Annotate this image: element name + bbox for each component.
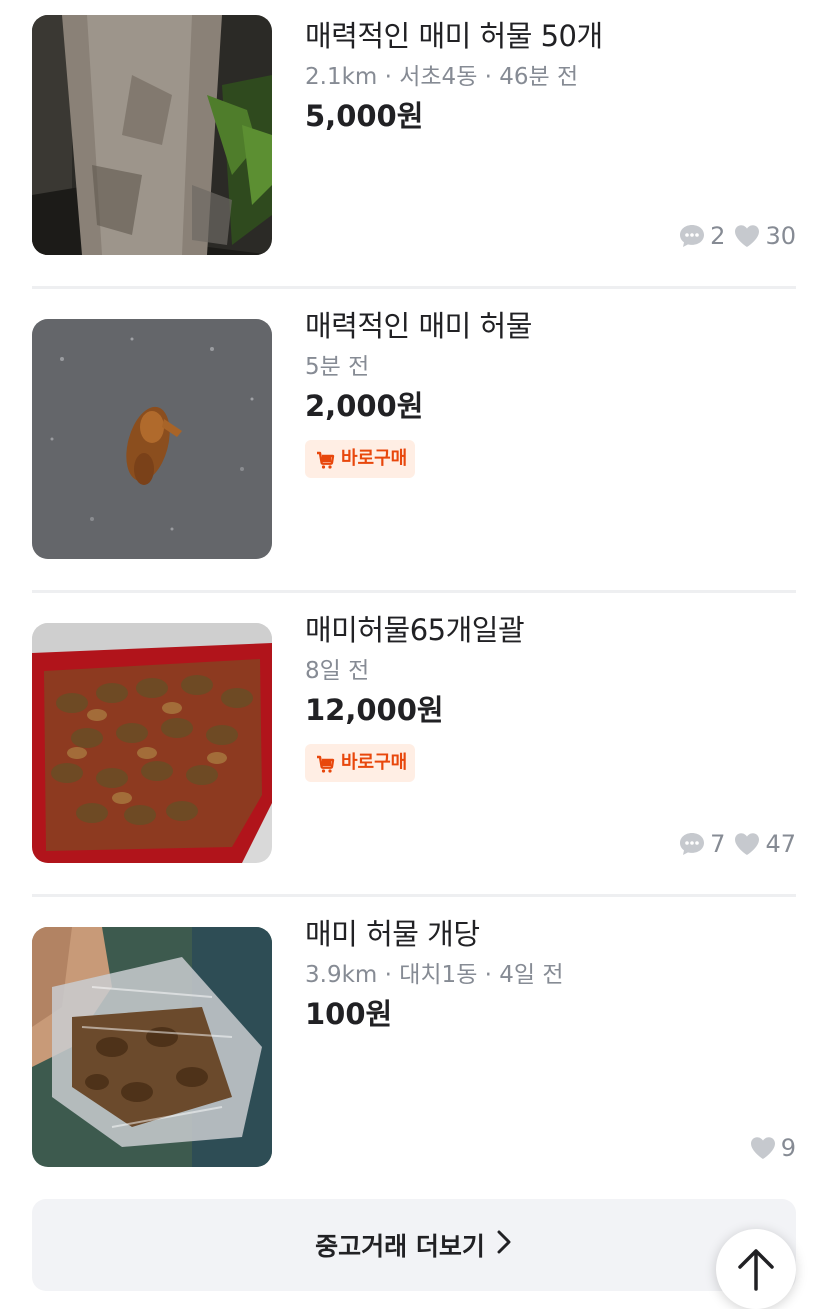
listing-thumbnail-tree-trunk[interactable] bbox=[32, 15, 272, 255]
listing-item[interactable]: 매미 허물 개당 3.9km · 대치1동 · 4일 전 100원 9 bbox=[32, 894, 796, 1200]
direct-buy-label: 바로구매 bbox=[341, 752, 408, 773]
listing-counts: 9 bbox=[749, 1133, 796, 1163]
heart-icon bbox=[733, 831, 761, 857]
listing-item[interactable]: 매력적인 매미 허물 50개 2.1km · 서초4동 · 46분 전 5,00… bbox=[32, 0, 796, 288]
like-count-value: 30 bbox=[765, 222, 796, 250]
like-count-value: 9 bbox=[780, 1134, 796, 1162]
more-listings-label: 중고거래 더보기 bbox=[315, 1232, 485, 1261]
heart-icon bbox=[749, 1135, 777, 1161]
listing-item[interactable]: 매미허물65개일괄 8일 전 12,000원 바로구매 7 47 bbox=[32, 590, 796, 896]
like-count: 47 bbox=[733, 829, 796, 859]
arrow-up-icon bbox=[736, 1229, 776, 1295]
listing-thumbnail-asphalt[interactable] bbox=[32, 319, 272, 559]
chat-bubble-icon bbox=[678, 831, 706, 857]
listing-title[interactable]: 매미 허물 개당 bbox=[305, 914, 796, 954]
more-listings-button[interactable]: 중고거래 더보기 bbox=[32, 1199, 796, 1291]
direct-buy-badge: 바로구매 bbox=[305, 440, 416, 478]
listing-price: 100원 bbox=[305, 997, 393, 1031]
listing-counts: 2 30 bbox=[678, 221, 796, 251]
listing-price: 2,000원 bbox=[305, 389, 424, 423]
listing-meta: 5분 전 bbox=[305, 354, 370, 380]
chat-count: 7 bbox=[678, 829, 725, 859]
listing-counts: 7 47 bbox=[678, 829, 796, 859]
listing-price: 12,000원 bbox=[305, 693, 444, 727]
direct-buy-badge: 바로구매 bbox=[305, 744, 416, 782]
cart-icon bbox=[314, 448, 336, 470]
listing-info: 매력적인 매미 허물 50개 2.1km · 서초4동 · 46분 전 5,00… bbox=[305, 16, 796, 136]
scroll-to-top-button[interactable] bbox=[716, 1229, 796, 1309]
like-count: 9 bbox=[749, 1133, 796, 1163]
listing-title[interactable]: 매력적인 매미 허물 bbox=[305, 306, 796, 346]
listing-meta: 3.9km · 대치1동 · 4일 전 bbox=[305, 962, 564, 988]
listing-item[interactable]: 매력적인 매미 허물 5분 전 2,000원 바로구매 bbox=[32, 286, 796, 592]
listing-list: 매력적인 매미 허물 50개 2.1km · 서초4동 · 46분 전 5,00… bbox=[32, 0, 796, 1200]
chevron-right-icon bbox=[495, 1229, 513, 1261]
heart-icon bbox=[733, 223, 761, 249]
chat-count: 2 bbox=[678, 221, 725, 251]
listing-thumbnail-red-box[interactable] bbox=[32, 623, 272, 863]
chat-count-value: 2 bbox=[710, 222, 726, 250]
listing-meta: 2.1km · 서초4동 · 46분 전 bbox=[305, 64, 579, 90]
listing-price: 5,000원 bbox=[305, 99, 424, 133]
like-count: 30 bbox=[733, 221, 796, 251]
listing-thumbnail-plastic-bag[interactable] bbox=[32, 927, 272, 1167]
listing-title[interactable]: 매미허물65개일괄 bbox=[305, 610, 796, 650]
like-count-value: 47 bbox=[765, 830, 796, 858]
listing-info: 매미허물65개일괄 8일 전 12,000원 바로구매 bbox=[305, 610, 796, 782]
chat-bubble-icon bbox=[678, 223, 706, 249]
direct-buy-label: 바로구매 bbox=[341, 448, 408, 469]
cart-icon bbox=[314, 752, 336, 774]
listing-info: 매력적인 매미 허물 5분 전 2,000원 바로구매 bbox=[305, 306, 796, 478]
chat-count-value: 7 bbox=[710, 830, 726, 858]
listing-meta: 8일 전 bbox=[305, 658, 370, 684]
listing-info: 매미 허물 개당 3.9km · 대치1동 · 4일 전 100원 bbox=[305, 914, 796, 1034]
listing-title[interactable]: 매력적인 매미 허물 50개 bbox=[305, 16, 796, 56]
